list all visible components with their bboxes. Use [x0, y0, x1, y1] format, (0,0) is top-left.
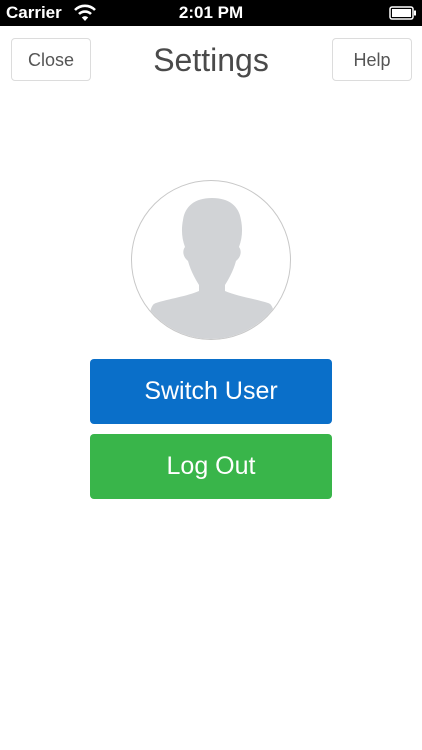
switch-user-button[interactable]: Switch User	[90, 359, 332, 424]
status-bar: Carrier 2:01 PM	[0, 0, 422, 26]
nav-header: Close Settings Help	[0, 26, 422, 96]
avatar	[131, 180, 291, 340]
person-silhouette-icon	[149, 198, 275, 339]
logout-button[interactable]: Log Out	[90, 434, 332, 499]
help-button[interactable]: Help	[332, 38, 412, 81]
battery-icon	[389, 5, 417, 21]
clock: 2:01 PM	[178, 3, 244, 22]
